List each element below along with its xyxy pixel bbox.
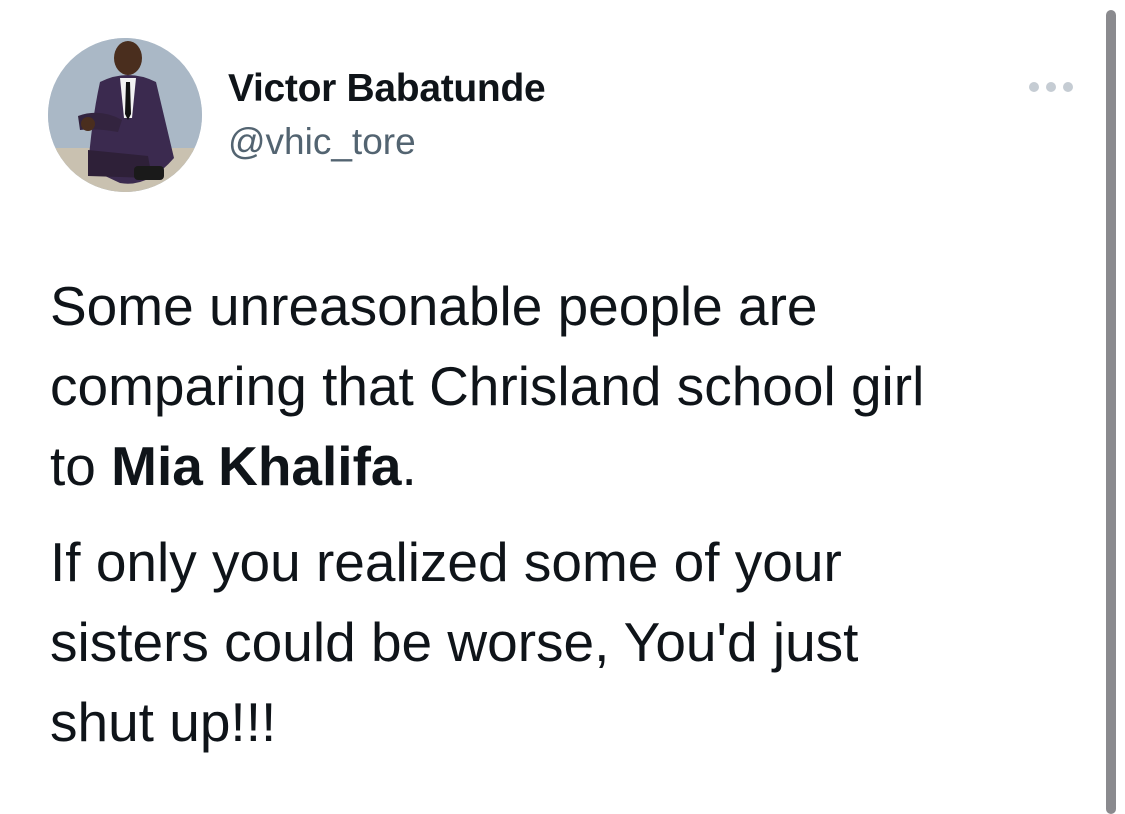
tweet-line: comparing that Chrisland school girl bbox=[50, 355, 925, 417]
tweet-line: . bbox=[401, 435, 417, 497]
author-display-name[interactable]: Victor Babatunde bbox=[228, 66, 546, 112]
tweet-paragraph: Some unreasonable people are comparing t… bbox=[50, 266, 1090, 506]
tweet-line: to bbox=[50, 435, 112, 497]
tweet-line: If only you realized some of your bbox=[50, 531, 842, 593]
tweet-paragraph: If only you realized some of your sister… bbox=[50, 522, 1090, 762]
tweet-line: sisters could be worse, You'd just bbox=[50, 611, 859, 673]
tweet-text: Some unreasonable people are comparing t… bbox=[50, 266, 1090, 762]
author-handle[interactable]: @vhic_tore bbox=[228, 120, 416, 164]
tweet-line: Some unreasonable people are bbox=[50, 275, 818, 337]
tweet-card: Victor Babatunde @vhic_tore Some unreaso… bbox=[0, 0, 1125, 814]
profile-photo-icon bbox=[48, 38, 202, 192]
bold-mention-text: Mia Khalifa bbox=[111, 435, 402, 497]
profile-avatar[interactable] bbox=[48, 38, 202, 192]
more-options-button[interactable] bbox=[1024, 72, 1078, 102]
tweet-line: shut up!!! bbox=[50, 691, 277, 753]
vertical-scrollbar[interactable] bbox=[1106, 10, 1116, 814]
more-dots-icon bbox=[1029, 82, 1073, 92]
